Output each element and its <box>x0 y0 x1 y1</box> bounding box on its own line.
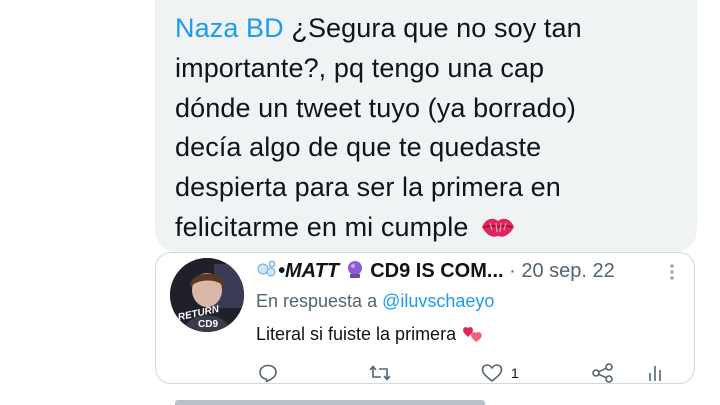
retweet-icon[interactable] <box>369 363 391 383</box>
author-name[interactable]: MATT <box>285 260 339 282</box>
avatar-image: RETURN CD9 <box>170 258 244 332</box>
next-item-cutoff <box>175 398 485 405</box>
reply-icon[interactable] <box>258 363 278 383</box>
reply-context: En respuesta a @iluvschaeyo <box>256 289 494 313</box>
reply-text: Naza BD ¿Segura que no soy tan important… <box>175 9 675 248</box>
reply-handle-link[interactable]: @iluvschaeyo <box>382 291 494 311</box>
analytics-action[interactable] <box>647 360 663 386</box>
crystal-ball-icon <box>347 261 362 278</box>
author-line: •MATT CD9 IS COM... · 20 sep. 22 <box>256 258 686 284</box>
reply-line-4: decía algo de que te quedaste <box>175 132 542 163</box>
quoted-tweet-text: Literal si fuiste la primera <box>256 322 485 346</box>
date-separator: · <box>509 260 516 282</box>
mention-link[interactable]: Naza BD <box>175 13 284 43</box>
like-action[interactable]: 1 <box>481 360 519 386</box>
avatar[interactable]: RETURN CD9 <box>170 258 244 332</box>
author-suffix: CD9 IS COM... <box>370 260 504 282</box>
share-action[interactable] <box>592 360 614 386</box>
bubbles-icon <box>257 260 276 277</box>
analytics-icon[interactable] <box>647 363 663 383</box>
reply-line-2: importante?, pq tengo una cap <box>175 52 545 83</box>
more-options-icon[interactable] <box>669 263 675 281</box>
share-icon[interactable] <box>592 363 614 383</box>
kiss-mark-icon <box>482 218 515 237</box>
reply-line-6: felicitarme en mi cumple <box>175 211 469 242</box>
heart-icon[interactable] <box>481 363 503 383</box>
reply-action[interactable] <box>258 360 278 386</box>
quoted-tweet-body: Literal si fuiste la primera <box>256 324 457 344</box>
reply-line-3: dónde un tweet tuyo (ya borrado) <box>175 92 576 123</box>
two-hearts-icon <box>463 327 482 342</box>
retweet-action[interactable] <box>369 360 391 386</box>
tweet-date[interactable]: 20 sep. 22 <box>521 260 614 282</box>
author-prefix: • <box>278 260 286 282</box>
reply-line-5: despierta para ser la primera en <box>175 172 561 203</box>
like-count: 1 <box>511 365 519 381</box>
reply-prefix: En respuesta a <box>256 291 378 311</box>
reply-line-1: ¿Segura que no soy tan <box>291 13 582 43</box>
svg-text:CD9: CD9 <box>198 319 218 330</box>
